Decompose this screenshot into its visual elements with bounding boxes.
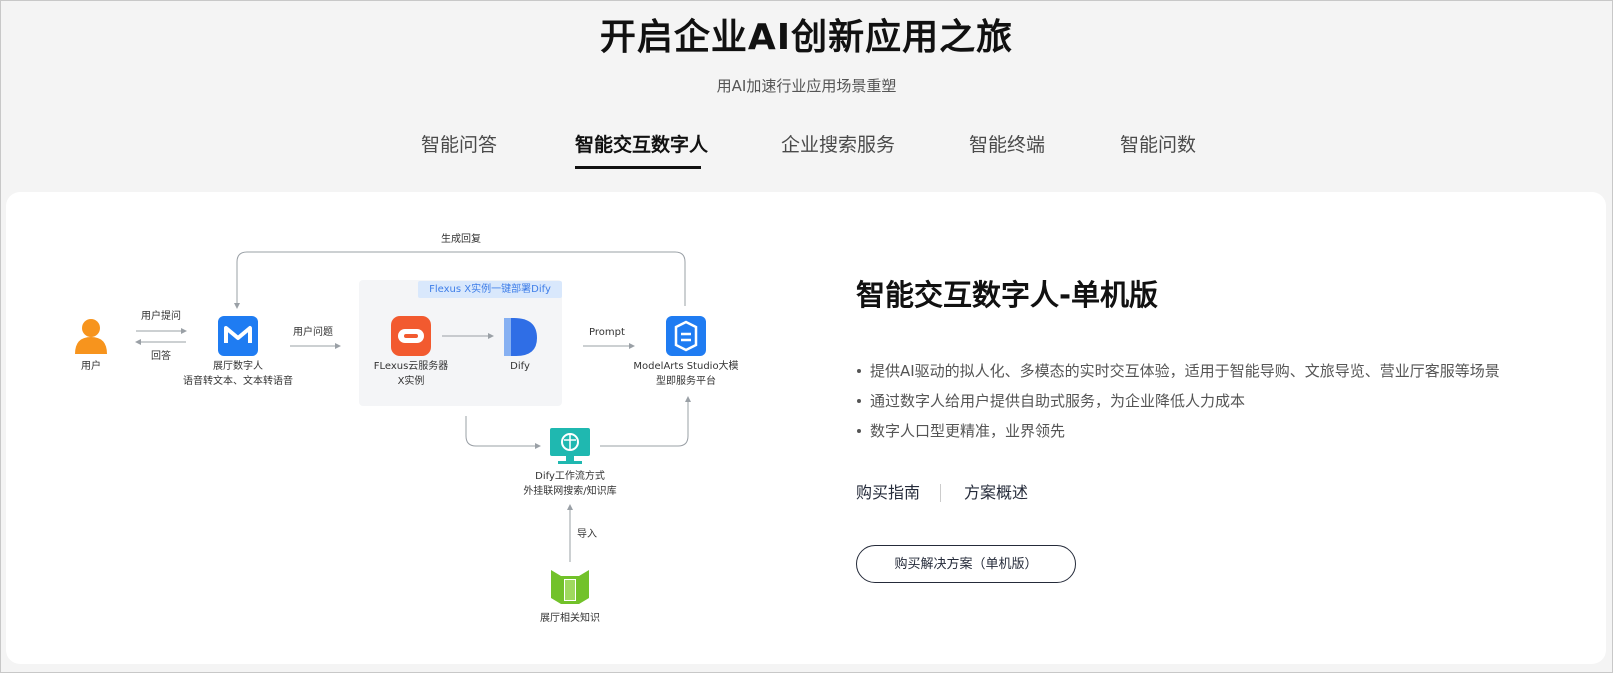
generate-reply-label: 生成回复 — [441, 234, 481, 245]
solution-title: 智能交互数字人-单机版 — [856, 278, 1159, 312]
feature-item: 提供AI驱动的拟人化、多模态的实时交互体验，适用于智能导购、文旅导览、营业厅客服… — [856, 356, 1500, 386]
workflow-modelarts-arrow — [600, 396, 691, 447]
user-question-label: 用户问题 — [293, 327, 333, 338]
modelarts-sublabel: 型即服务平台 — [656, 376, 716, 387]
digital-human-icon — [218, 316, 258, 356]
flexus-workflow-arrow — [465, 416, 541, 449]
workflow-sublabel: 外挂联网搜索/知识库 — [523, 486, 617, 497]
flexus-server-icon — [391, 316, 431, 356]
dify-label: Dify — [510, 361, 530, 372]
dify-icon — [504, 318, 537, 356]
flexus-label: FLexus云服务器 — [373, 361, 449, 372]
workflow-brain-icon — [550, 428, 590, 464]
modelarts-label: ModelArts Studio大模 — [633, 361, 739, 372]
feature-item: 通过数字人给用户提供自助式服务，为企业降低人力成本 — [856, 386, 1500, 416]
flexus-sublabel: X实例 — [397, 376, 425, 387]
architecture-diagram — [75, 251, 706, 604]
reply-loop-arrow — [234, 251, 686, 309]
solution-feature-list: 提供AI驱动的拟人化、多模态的实时交互体验，适用于智能导购、文旅导览、营业厅客服… — [856, 356, 1500, 446]
user-icon — [75, 319, 107, 354]
workflow-label: Dify工作流方式 — [535, 471, 605, 482]
knowledge-icon — [551, 570, 589, 604]
purchase-guide-link[interactable]: 购买指南 — [856, 482, 920, 504]
knowledge-label: 展厅相关知识 — [540, 613, 600, 624]
digital-human-label: 展厅数字人 — [213, 361, 263, 372]
modelarts-icon — [666, 316, 706, 356]
solution-overview-link[interactable]: 方案概述 — [964, 482, 1028, 504]
prompt-label: Prompt — [589, 327, 625, 338]
user-label: 用户 — [81, 361, 101, 372]
feature-item: 数字人口型更精准，业界领先 — [856, 416, 1500, 446]
reply-label: 回答 — [151, 351, 171, 362]
user-query-label: 用户提问 — [141, 311, 181, 322]
link-divider — [940, 484, 941, 502]
import-label: 导入 — [577, 529, 597, 540]
digital-human-sublabel: 语音转文本、文本转语音 — [183, 376, 293, 387]
buy-solution-button[interactable]: 购买解决方案（单机版） — [856, 545, 1076, 583]
